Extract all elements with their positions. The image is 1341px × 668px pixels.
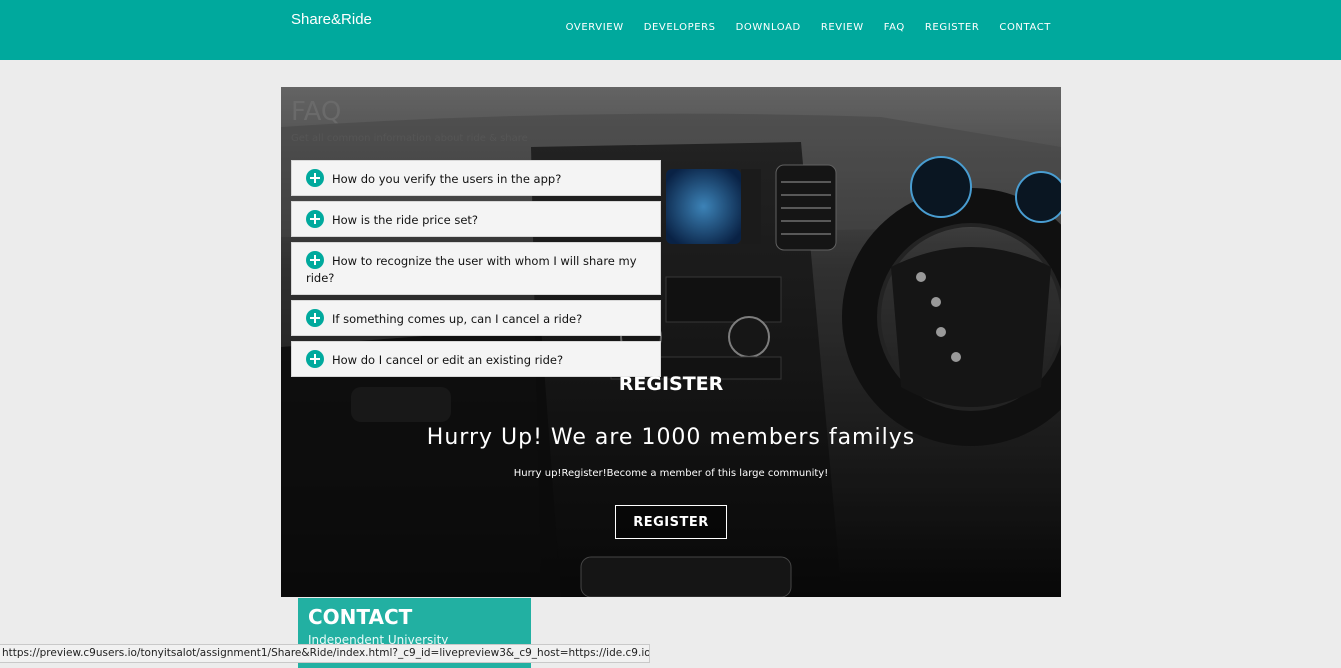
nav-link-developers[interactable]: DEVELOPERS [644,22,716,33]
plus-circle-icon [306,309,324,327]
faq-question: How do I cancel or edit an existing ride… [332,353,564,367]
contact-title: CONTACT [308,605,413,629]
register-button[interactable]: REGISTER [615,505,727,539]
faq-item[interactable]: How to recognize the user with whom I wi… [291,242,661,295]
faq-question: How to recognize the user with whom I wi… [306,254,637,285]
top-navbar: Share&Ride OVERVIEW DEVELOPERS DOWNLOAD … [0,0,1341,60]
faq-item[interactable]: How is the ride price set? [291,201,661,237]
register-heading: REGISTER [618,373,724,395]
faq-item[interactable]: How do you verify the users in the app? [291,160,661,196]
faq-list: How do you verify the users in the app? … [291,160,661,382]
nav-link-download[interactable]: DOWNLOAD [736,22,801,33]
plus-circle-icon [306,251,324,269]
nav-link-overview[interactable]: OVERVIEW [566,22,624,33]
faq-item[interactable]: How do I cancel or edit an existing ride… [291,341,661,377]
link-preview-status-bar: https://preview.c9users.io/tonyitsalot/a… [0,644,650,663]
faq-question: If something comes up, can I cancel a ri… [332,312,583,326]
nav-link-register[interactable]: REGISTER [925,22,980,33]
nav-link-review[interactable]: REVIEW [821,22,864,33]
faq-question: How do you verify the users in the app? [332,172,562,186]
nav-links: OVERVIEW DEVELOPERS DOWNLOAD REVIEW FAQ … [566,22,1051,33]
plus-circle-icon [306,350,324,368]
nav-link-contact[interactable]: CONTACT [999,22,1051,33]
register-tagline: Hurry Up! We are 1000 members familys [426,425,916,450]
faq-item[interactable]: If something comes up, can I cancel a ri… [291,300,661,336]
brand-logo-link[interactable]: Share&Ride [291,11,372,28]
register-description: Hurry up!Register!Become a member of thi… [513,468,829,479]
plus-circle-icon [306,210,324,228]
hero-section: FAQ Get all common information about rid… [281,87,1061,597]
faq-title: FAQ [291,97,342,127]
nav-link-faq[interactable]: FAQ [884,22,905,33]
faq-question: How is the ride price set? [332,213,479,227]
faq-subtitle: Get all common information about ride & … [291,133,528,144]
plus-circle-icon [306,169,324,187]
